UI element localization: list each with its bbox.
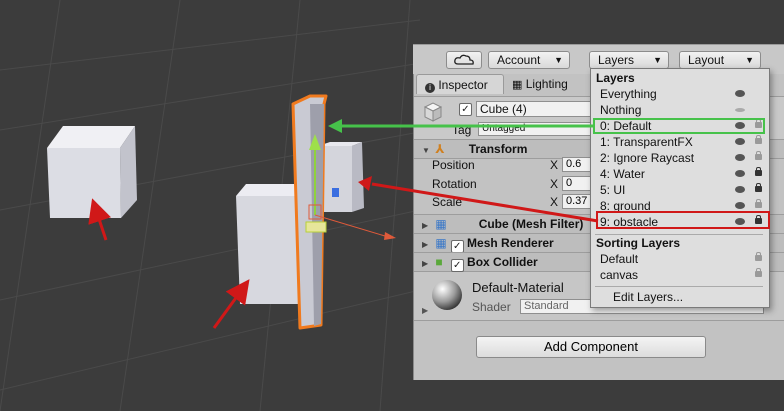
- sorting-layer-label: Default: [600, 252, 639, 266]
- box-collider-icon: ■: [435, 255, 443, 269]
- tab-lighting-label: Lighting: [525, 77, 568, 91]
- shader-label: Shader: [472, 300, 511, 314]
- mesh-renderer-title: Mesh Renderer: [467, 236, 554, 250]
- layer-item-nothing[interactable]: Nothing: [591, 102, 769, 118]
- lock-icon[interactable]: [755, 252, 762, 261]
- active-checkbox[interactable]: ✓: [459, 103, 472, 116]
- lock-icon[interactable]: [755, 151, 762, 160]
- layer-item-label: 1: TransparentFX: [600, 135, 693, 149]
- layer-item-ignore-raycast[interactable]: 2: Ignore Raycast: [591, 150, 769, 166]
- scale-x-label: X: [550, 195, 559, 209]
- layer-item-everything[interactable]: Everything: [591, 86, 769, 102]
- chevron-down-icon: ▼: [554, 55, 563, 65]
- chevron-down-icon: ▼: [745, 55, 754, 65]
- material-name: Default-Material: [472, 280, 564, 295]
- edit-layers-label: Edit Layers...: [613, 290, 684, 304]
- eye-icon[interactable]: [735, 154, 745, 161]
- layout-dropdown[interactable]: Layout ▼: [679, 51, 761, 69]
- position-x-label: X: [550, 158, 559, 172]
- layer-item-label: 4: Water: [600, 167, 645, 181]
- transform-title: Transform: [468, 142, 528, 156]
- cube-object-right[interactable]: [318, 142, 364, 212]
- tag-dropdown[interactable]: Untagged: [478, 122, 596, 136]
- cube-object-left[interactable]: [47, 126, 137, 218]
- layer-item-label: Nothing: [600, 103, 642, 117]
- layer-item-ui[interactable]: 5: UI: [591, 182, 769, 198]
- menu-divider: [595, 286, 763, 287]
- layout-label: Layout: [688, 53, 725, 67]
- cloud-icon: [454, 54, 474, 65]
- sorting-layer-label: canvas: [600, 268, 639, 282]
- cube-icon: [423, 102, 443, 122]
- object-name-field[interactable]: Cube (4): [476, 101, 596, 117]
- layer-item-label: Everything: [600, 87, 657, 101]
- rotation-x-label: X: [550, 177, 559, 191]
- add-component-button[interactable]: Add Component: [476, 336, 706, 358]
- sorting-layer-canvas[interactable]: canvas: [591, 267, 769, 283]
- eye-icon[interactable]: [735, 90, 745, 97]
- sorting-layers-header: Sorting Layers: [596, 236, 681, 250]
- position-label: Position: [432, 158, 475, 172]
- eye-icon[interactable]: [735, 170, 745, 177]
- eye-icon[interactable]: [735, 186, 745, 193]
- layers-menu: Layers Everything Nothing 0: Default 1: …: [590, 68, 770, 308]
- fold-arrow-icon: ▶: [422, 259, 429, 268]
- sorting-layer-default[interactable]: Default: [591, 251, 769, 267]
- scale-label: Scale: [432, 195, 463, 209]
- transform-axes-icon: ⅄: [435, 142, 445, 156]
- edit-layers-item[interactable]: Edit Layers...: [591, 289, 769, 305]
- rotation-label: Rotation: [432, 177, 477, 191]
- layer-item-water[interactable]: 4: Water: [591, 166, 769, 182]
- tab-inspector-label: Inspector: [438, 78, 488, 92]
- box-collider-title: Box Collider: [467, 255, 538, 269]
- lock-icon[interactable]: [755, 268, 762, 277]
- lock-icon[interactable]: [755, 183, 762, 192]
- highlight-box-default: [593, 118, 765, 134]
- layers-dropdown-button[interactable]: Layers ▼: [589, 51, 669, 69]
- tag-label: Tag: [452, 123, 472, 137]
- chevron-down-icon: ▼: [653, 55, 662, 65]
- info-icon: i: [425, 83, 435, 93]
- mesh-renderer-icon: ▦: [435, 236, 447, 250]
- layers-menu-header: Layers: [596, 71, 635, 85]
- layer-item-label: 2: Ignore Raycast: [600, 151, 695, 165]
- lock-icon[interactable]: [755, 167, 762, 176]
- cloud-button[interactable]: [446, 51, 482, 69]
- box-collider-checkbox[interactable]: ✓: [450, 259, 464, 272]
- eye-icon[interactable]: [735, 202, 745, 209]
- fold-arrow-icon: ▶: [422, 306, 429, 315]
- layer-item-label: 5: UI: [600, 183, 626, 197]
- mesh-filter-icon: ▦: [435, 217, 447, 231]
- mesh-filter-title: Cube (Mesh Filter): [478, 217, 584, 231]
- material-sphere-icon: [432, 280, 462, 310]
- eye-closed-icon[interactable]: [735, 108, 745, 112]
- layers-label: Layers: [598, 53, 635, 67]
- layer-item-transparentfx[interactable]: 1: TransparentFX: [591, 134, 769, 150]
- lock-icon[interactable]: [755, 199, 762, 208]
- highlight-box-obstacle: [596, 211, 770, 229]
- account-dropdown[interactable]: Account ▼: [488, 51, 570, 69]
- tab-inspector[interactable]: i Inspector: [416, 74, 504, 94]
- lock-icon[interactable]: [755, 135, 762, 144]
- tab-lighting[interactable]: ▦ Lighting: [506, 74, 586, 94]
- menu-divider: [595, 234, 763, 235]
- eye-icon[interactable]: [735, 138, 745, 145]
- lighting-icon: ▦: [512, 79, 523, 91]
- fold-arrow-icon: ▼: [422, 146, 430, 155]
- account-label: Account: [497, 53, 541, 67]
